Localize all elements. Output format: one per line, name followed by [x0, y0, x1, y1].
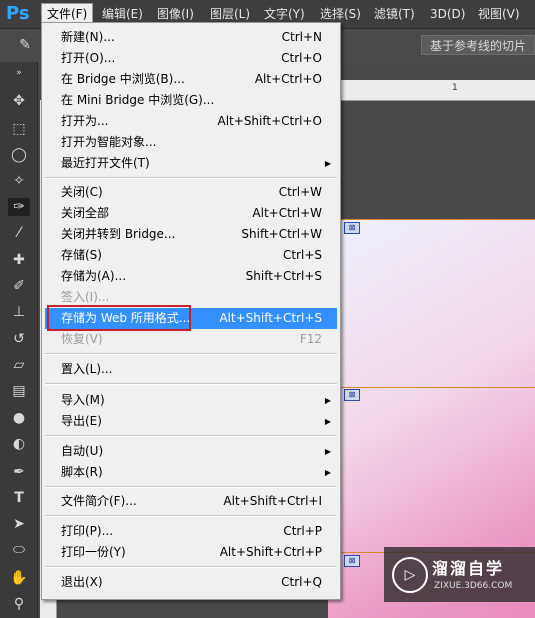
- photoshop-logo: Ps: [6, 3, 30, 24]
- menu-item-automate[interactable]: 自动(U) ▶: [45, 441, 337, 462]
- menu-item-browse-mini-bridge[interactable]: 在 Mini Bridge 中浏览(G)...: [45, 90, 337, 111]
- menu-view[interactable]: 视图(V): [473, 4, 525, 24]
- callout-highlight-box: [47, 305, 191, 331]
- menu-separator: [45, 566, 337, 568]
- history-brush-tool-icon[interactable]: ↺: [8, 330, 30, 348]
- watermark: ▷ 溜溜自学 ZIXUE.3D66.COM: [384, 547, 535, 602]
- menu-item-file-info[interactable]: 文件简介(F)... Alt+Shift+Ctrl+I: [45, 491, 337, 512]
- menu-item-browse-bridge[interactable]: 在 Bridge 中浏览(B)... Alt+Ctrl+O: [45, 69, 337, 90]
- submenu-arrow-icon: ▶: [324, 447, 331, 456]
- menu-type[interactable]: 文字(Y): [259, 4, 310, 24]
- menu-edit[interactable]: 编辑(E): [97, 4, 148, 24]
- slice-badge-icon[interactable]: ⊠: [344, 222, 360, 234]
- menu-item-exit[interactable]: 退出(X) Ctrl+Q: [45, 572, 337, 593]
- slices-from-guides-button[interactable]: 基于参考线的切片: [421, 35, 535, 55]
- menu-item-close[interactable]: 关闭(C) Ctrl+W: [45, 182, 337, 203]
- menu-separator: [45, 435, 337, 437]
- menu-item-open-recent[interactable]: 最近打开文件(T) ▶: [45, 153, 337, 174]
- menu-image[interactable]: 图像(I): [152, 4, 199, 24]
- slice-badge-icon[interactable]: ⊠: [344, 555, 360, 567]
- quick-select-tool-icon[interactable]: ✧: [8, 172, 30, 190]
- menu-separator: [45, 486, 337, 488]
- blur-tool-icon[interactable]: ●: [8, 409, 30, 427]
- ruler-tick-label: 1: [452, 83, 458, 93]
- zoom-tool-icon[interactable]: ⚲: [8, 595, 30, 613]
- menu-3d[interactable]: 3D(D): [425, 4, 470, 24]
- tools-panel: » ✥ ⬚ ◯ ✧ ✑ ⁄ ✚ ✐ ⊥ ↺ ▱ ▤ ● ◐ ✒ T ➤ ⬭ ✋ …: [0, 62, 38, 618]
- guide-line[interactable]: [328, 219, 535, 220]
- menu-item-close-go-bridge[interactable]: 关闭并转到 Bridge... Shift+Ctrl+W: [45, 224, 337, 245]
- marquee-tool-icon[interactable]: ⬚: [8, 120, 30, 138]
- menu-separator: [45, 177, 337, 179]
- eraser-tool-icon[interactable]: ▱: [8, 356, 30, 374]
- menu-item-place[interactable]: 置入(L)...: [45, 359, 337, 380]
- menu-item-import[interactable]: 导入(M) ▶: [45, 390, 337, 411]
- menu-item-open-as[interactable]: 打开为... Alt+Shift+Ctrl+O: [45, 111, 337, 132]
- menu-item-print-one-copy[interactable]: 打印一份(Y) Alt+Shift+Ctrl+P: [45, 542, 337, 563]
- menu-item-print[interactable]: 打印(P)... Ctrl+P: [45, 521, 337, 542]
- menu-separator: [45, 515, 337, 517]
- healing-brush-tool-icon[interactable]: ✚: [8, 251, 30, 269]
- menu-item-export[interactable]: 导出(E) ▶: [45, 411, 337, 432]
- menu-item-new[interactable]: 新建(N)... Ctrl+N: [45, 27, 337, 48]
- lasso-tool-icon[interactable]: ◯: [8, 146, 30, 164]
- submenu-arrow-icon: ▶: [324, 468, 331, 477]
- slice-badge-icon[interactable]: ⊠: [344, 389, 360, 401]
- guide-line[interactable]: [328, 387, 535, 388]
- slice-tool-icon[interactable]: ✑: [8, 198, 30, 216]
- submenu-arrow-icon: ▶: [324, 159, 331, 168]
- type-tool-icon[interactable]: T: [8, 489, 30, 507]
- watermark-url: ZIXUE.3D66.COM: [434, 581, 513, 591]
- play-logo-icon: ▷: [392, 557, 428, 593]
- menu-layer[interactable]: 图层(L): [205, 4, 255, 24]
- menu-select[interactable]: 选择(S): [315, 4, 366, 24]
- gradient-tool-icon[interactable]: ▤: [8, 382, 30, 400]
- menu-filter[interactable]: 滤镜(T): [369, 4, 420, 24]
- menu-item-close-all[interactable]: 关闭全部 Alt+Ctrl+W: [45, 203, 337, 224]
- watermark-title: 溜溜自学: [432, 559, 505, 578]
- hand-tool-icon[interactable]: ✋: [8, 569, 30, 587]
- menu-item-open[interactable]: 打开(O)... Ctrl+O: [45, 48, 337, 69]
- dodge-tool-icon[interactable]: ◐: [8, 435, 30, 453]
- shape-tool-icon[interactable]: ⬭: [8, 541, 30, 559]
- pen-tool-icon[interactable]: ✒: [8, 463, 30, 481]
- collapse-panel-icon[interactable]: »: [8, 64, 30, 82]
- menu-item-scripts[interactable]: 脚本(R) ▶: [45, 462, 337, 483]
- submenu-arrow-icon: ▶: [324, 396, 331, 405]
- slice-tool-preset-icon[interactable]: ✎: [14, 36, 36, 54]
- brush-tool-icon[interactable]: ✐: [8, 277, 30, 295]
- menu-item-save[interactable]: 存储(S) Ctrl+S: [45, 245, 337, 266]
- clone-stamp-tool-icon[interactable]: ⊥: [8, 303, 30, 321]
- menu-separator: [45, 383, 337, 385]
- menu-separator: [45, 353, 337, 355]
- menu-item-save-as[interactable]: 存储为(A)... Shift+Ctrl+S: [45, 266, 337, 287]
- menu-item-open-smart-object[interactable]: 打开为智能对象...: [45, 132, 337, 153]
- path-selection-tool-icon[interactable]: ➤: [8, 515, 30, 533]
- menu-item-revert: 恢复(V) F12: [61, 332, 322, 346]
- eyedropper-tool-icon[interactable]: ⁄: [8, 224, 30, 242]
- move-tool-icon[interactable]: ✥: [8, 92, 30, 110]
- submenu-arrow-icon: ▶: [324, 417, 331, 426]
